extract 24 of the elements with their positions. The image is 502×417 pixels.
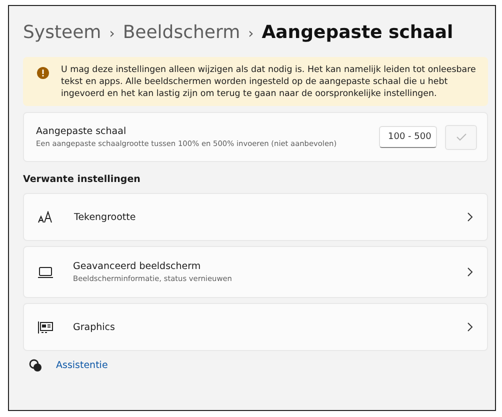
- settings-link-card[interactable]: Graphics: [23, 303, 488, 351]
- page-title: Aangepaste schaal: [262, 22, 454, 43]
- chevron-right-icon: [467, 322, 473, 332]
- help-link[interactable]: Assistentie: [56, 360, 108, 371]
- setting-title: Graphics: [73, 322, 116, 332]
- setting-title: Tekengrootte: [74, 212, 137, 222]
- help-icon: [29, 359, 42, 372]
- breadcrumb-separator: ›: [248, 26, 254, 42]
- settings-link-card[interactable]: Tekengrootte: [23, 193, 488, 241]
- checkmark-icon: [456, 133, 466, 141]
- setting-title: Aangepaste schaal: [36, 126, 128, 137]
- chevron-right-icon: [467, 267, 473, 277]
- warning-message: U mag deze instellingen alleen wijzigen als dat nodig is. Het kan namelijk leiden tot onleesbare tekst en apps. Alle beeldschermen worden ingesteld op de aangepaste schaal die u hebt ingevoerd en het kan lastig zijn om terug te gaan naar de oorspronkelijke instellingen.: [61, 64, 477, 100]
- chevron-right-icon: [467, 212, 473, 222]
- text-size-icon: [38, 211, 54, 223]
- setting-title: Geavanceerd beeldscherm: [73, 261, 202, 272]
- breadcrumb-link[interactable]: Beeldscherm: [122, 22, 240, 43]
- warning-icon: [37, 67, 49, 79]
- graphics-card-icon: [38, 320, 53, 334]
- scale-input-field[interactable]: 100 - 500: [379, 126, 437, 148]
- breadcrumb-separator: ›: [109, 26, 115, 42]
- section-heading: Verwante instellingen: [23, 174, 142, 185]
- laptop-icon: [38, 266, 53, 278]
- breadcrumb-link[interactable]: Systeem: [23, 22, 102, 43]
